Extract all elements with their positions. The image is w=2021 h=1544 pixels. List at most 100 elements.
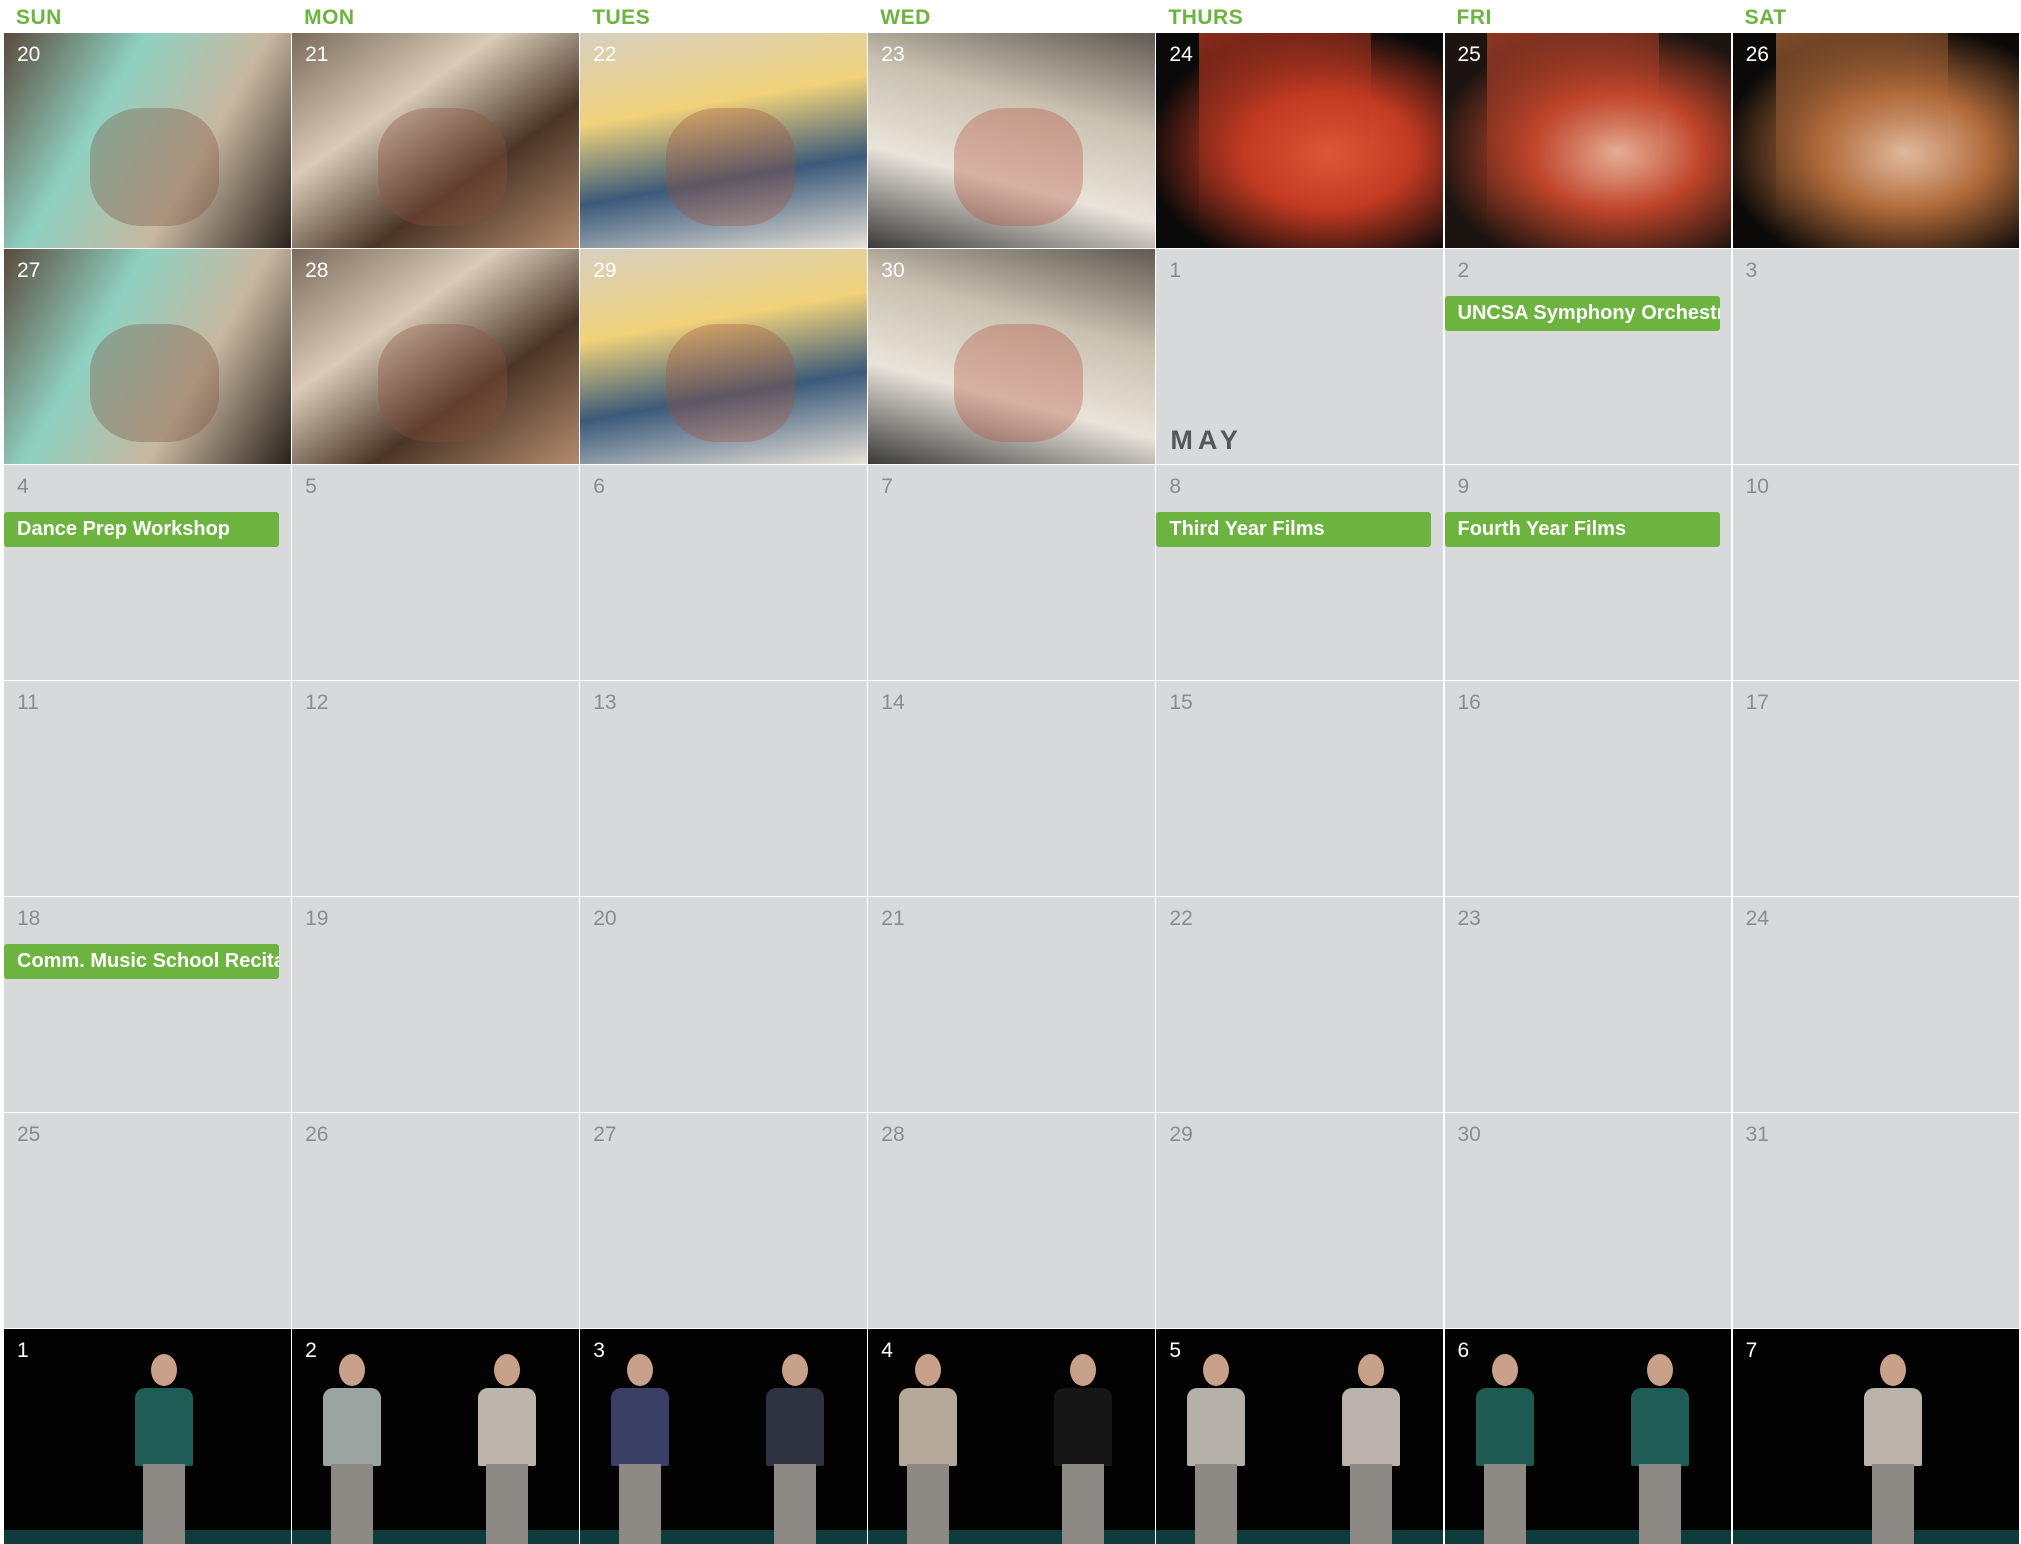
day-cell[interactable]: 30 (868, 249, 1155, 464)
day-cell[interactable]: 4 (868, 1329, 1155, 1544)
day-cell[interactable]: 12 (292, 681, 579, 896)
dancer-figure (1048, 1353, 1118, 1544)
day-cell[interactable]: 3 (1732, 249, 2020, 464)
day-cell[interactable]: 24 (1732, 897, 2020, 1112)
event-label[interactable]: UNCSA Symphony Orchestra (1444, 296, 1720, 331)
photo-image (1775, 33, 1948, 248)
calendar-grid: 20 21 22 23 24 25 26 27 28 29 30 1 MAY 2 UNCSA Symphon… (4, 33, 2021, 1544)
day-number: 16 (1457, 691, 1481, 714)
day-number: 22 (593, 43, 617, 66)
photo-image (954, 108, 1084, 227)
day-number: 29 (593, 259, 617, 282)
day-cell[interactable]: 2 (292, 1329, 579, 1544)
event-label[interactable]: Third Year Films (1156, 512, 1432, 547)
dancer-figure (1181, 1353, 1251, 1544)
day-cell[interactable]: 24 (1156, 33, 1443, 248)
day-number: 13 (593, 691, 617, 714)
day-number: 26 (1745, 43, 1769, 66)
day-cell[interactable]: 20 (580, 897, 867, 1112)
day-cell[interactable]: 10 (1732, 465, 2020, 680)
day-cell[interactable]: 28 (292, 249, 579, 464)
day-cell[interactable]: 3 (580, 1329, 867, 1544)
weekday-fri: FRI (1456, 6, 1492, 29)
day-cell[interactable]: 16 (1444, 681, 1732, 896)
day-cell[interactable]: 4 Dance Prep Workshop (4, 465, 291, 680)
day-number: 22 (1169, 907, 1193, 930)
day-cell[interactable]: 11 (4, 681, 291, 896)
day-number: 23 (881, 43, 905, 66)
day-number: 24 (1169, 43, 1193, 66)
day-number: 18 (17, 907, 41, 930)
day-cell[interactable]: 21 (292, 33, 579, 248)
weekday-wed: WED (880, 6, 931, 29)
day-number: 12 (305, 691, 329, 714)
day-number: 21 (305, 43, 329, 66)
day-cell[interactable]: 30 (1444, 1113, 1732, 1328)
day-cell[interactable]: 23 (1444, 897, 1732, 1112)
day-cell[interactable]: 27 (4, 249, 291, 464)
weekday-tues: TUES (592, 6, 651, 29)
day-cell[interactable]: 29 (1156, 1113, 1443, 1328)
event-label[interactable]: Dance Prep Workshop (4, 512, 279, 547)
day-cell[interactable]: 7 (1732, 1329, 2020, 1544)
photo-image (1487, 33, 1660, 248)
day-number: 4 (881, 1339, 893, 1362)
day-cell[interactable]: 17 (1732, 681, 2020, 896)
day-cell[interactable]: 25 (1444, 33, 1732, 248)
day-cell[interactable]: 8 Third Year Films (1156, 465, 1443, 680)
day-number: 31 (1745, 1123, 1769, 1146)
day-cell[interactable]: 28 (868, 1113, 1155, 1328)
day-cell[interactable]: 22 (580, 33, 867, 248)
day-number: 10 (1745, 475, 1769, 498)
day-number: 5 (305, 475, 317, 498)
day-cell[interactable]: 27 (580, 1113, 867, 1328)
photo-image (666, 324, 796, 443)
weekday-sat: SAT (1744, 6, 1787, 29)
day-cell[interactable]: 22 (1156, 897, 1443, 1112)
event-label[interactable]: Fourth Year Films (1444, 512, 1720, 547)
dancer-figure (1858, 1353, 1928, 1544)
day-cell[interactable]: 29 (580, 249, 867, 464)
day-cell[interactable]: 26 (1732, 33, 2020, 248)
day-cell[interactable]: 2 UNCSA Symphony Orchestra (1444, 249, 1732, 464)
day-cell[interactable]: 23 (868, 33, 1155, 248)
day-number: 24 (1745, 907, 1769, 930)
day-cell[interactable]: 21 (868, 897, 1155, 1112)
day-number: 23 (1457, 907, 1481, 930)
day-cell[interactable]: 26 (292, 1113, 579, 1328)
day-cell[interactable]: 1 (4, 1329, 291, 1544)
day-cell[interactable]: 1 MAY (1156, 249, 1443, 464)
day-cell[interactable]: 9 Fourth Year Films (1444, 465, 1732, 680)
day-number: 28 (881, 1123, 905, 1146)
day-cell[interactable]: 18 Comm. Music School Recital (4, 897, 291, 1112)
event-label[interactable]: Comm. Music School Recital (4, 944, 279, 979)
day-cell[interactable]: 5 (292, 465, 579, 680)
day-cell[interactable]: 19 (292, 897, 579, 1112)
dancer-figure (893, 1353, 963, 1544)
day-number: 6 (593, 475, 605, 498)
day-cell[interactable]: 7 (868, 465, 1155, 680)
day-number: 26 (305, 1123, 329, 1146)
photo-image (666, 108, 796, 227)
photo-image (1199, 33, 1372, 248)
day-cell[interactable]: 6 (580, 465, 867, 680)
day-cell[interactable]: 15 (1156, 681, 1443, 896)
day-number: 25 (17, 1123, 41, 1146)
day-number: 2 (305, 1339, 317, 1362)
day-number: 25 (1457, 43, 1481, 66)
day-number: 8 (1169, 475, 1182, 498)
day-number: 11 (17, 691, 39, 714)
day-cell[interactable]: 31 (1732, 1113, 2020, 1328)
dancer-figure (129, 1353, 199, 1544)
day-cell[interactable]: 25 (4, 1113, 291, 1328)
day-number: 1 (1169, 259, 1182, 282)
day-cell[interactable]: 6 (1444, 1329, 1732, 1544)
day-number: 9 (1457, 475, 1470, 498)
photo-image (954, 324, 1084, 443)
day-cell[interactable]: 20 (4, 33, 291, 248)
day-cell[interactable]: 13 (580, 681, 867, 896)
dancer-figure (760, 1353, 830, 1544)
day-cell[interactable]: 5 (1156, 1329, 1443, 1544)
day-cell[interactable]: 14 (868, 681, 1155, 896)
day-number: 2 (1457, 259, 1470, 282)
